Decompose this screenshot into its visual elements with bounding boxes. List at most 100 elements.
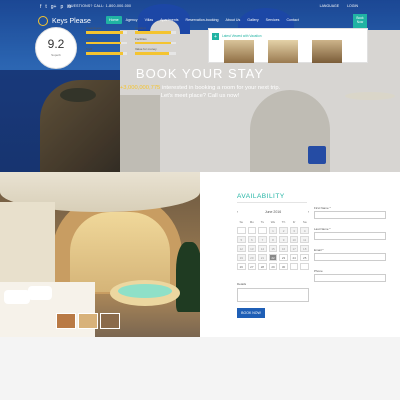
calendar-day[interactable]: 6 — [247, 236, 257, 243]
nav-item-agency[interactable]: Agency — [123, 16, 141, 24]
hero-line1: interested in booking a room for your ne… — [160, 85, 281, 91]
recent-thumbnail[interactable] — [312, 40, 342, 63]
details-textarea[interactable] — [237, 288, 309, 302]
nav-item-services[interactable]: Services — [263, 16, 283, 24]
facebook-icon[interactable]: f — [40, 4, 41, 10]
recent-thumbnail[interactable] — [224, 40, 254, 63]
photo-thumbnails — [56, 313, 120, 329]
rating-fill — [86, 52, 123, 55]
interest-count: +3,000,000,775 — [119, 85, 161, 91]
last-name-label: Last Name * — [314, 227, 331, 231]
plus-icon[interactable]: + — [212, 33, 219, 40]
rating-item: Staff — [86, 47, 127, 55]
calendar-day[interactable]: 22 — [268, 254, 278, 261]
rating-fill — [86, 41, 121, 44]
pinterest-icon[interactable]: p — [60, 4, 63, 10]
calendar-day[interactable]: 1 — [268, 227, 278, 234]
contact-info: QUESTIONS? CALL: 1-800-000-000 — [68, 4, 132, 8]
rating-fill — [135, 31, 172, 34]
top-bar: f t g+ p in QUESTIONS? CALL: 1-800-000-0… — [0, 0, 400, 10]
calendar-day[interactable]: 2 — [279, 227, 288, 234]
rating-fill — [135, 52, 169, 55]
rating-label: Value for money — [135, 47, 157, 51]
login-link[interactable]: LOGIN — [347, 4, 358, 8]
calendar-day[interactable]: 8 — [268, 236, 278, 243]
calendar-dow: Su — [239, 219, 244, 224]
calendar-day[interactable]: 24 — [289, 254, 299, 261]
calendar-day[interactable]: 11 — [300, 236, 309, 243]
book-now-button[interactable]: BOOK NOW — [237, 308, 265, 318]
calendar-day[interactable]: 20 — [247, 254, 257, 261]
rating-item: Location — [86, 37, 127, 44]
calendar-day[interactable]: 4 — [300, 227, 309, 234]
calendar-month: June 2016 — [264, 210, 282, 214]
calendar-dow: Mo — [249, 219, 254, 224]
rating-label: Facilities — [135, 36, 147, 41]
recent-thumbnail[interactable] — [268, 40, 298, 63]
nav-item-gallery[interactable]: Gallery — [244, 16, 261, 24]
prev-month-icon[interactable]: ‹ — [237, 210, 238, 214]
calendar-day[interactable]: 19 — [237, 254, 246, 261]
calendar-day[interactable]: 17 — [289, 245, 299, 252]
book-button[interactable]: Book Now — [353, 14, 367, 28]
main-nav: Home Agency Villas Apartments Reservatio… — [106, 16, 302, 24]
calendar-dow: Th — [281, 219, 286, 224]
phone-field[interactable] — [314, 274, 386, 282]
rating-item: Cleanliness — [86, 26, 127, 34]
calendar-day[interactable]: 9 — [279, 236, 288, 243]
thumbnail[interactable] — [56, 313, 76, 329]
thumbnail[interactable] — [100, 313, 120, 329]
next-month-icon[interactable]: › — [308, 210, 309, 214]
score-label: Superb — [51, 53, 61, 57]
email-field[interactable] — [314, 253, 386, 261]
calendar-day[interactable]: 5 — [237, 236, 246, 243]
calendar-day[interactable]: 14 — [258, 245, 267, 252]
calendar-day[interactable]: 10 — [289, 236, 299, 243]
last-name-field[interactable] — [314, 232, 386, 240]
calendar-day[interactable]: 18 — [300, 245, 309, 252]
room-left-wall — [0, 202, 55, 292]
first-name-field[interactable] — [314, 211, 386, 219]
calendar-day[interactable]: 21 — [258, 254, 267, 261]
calendar-day[interactable]: 30 — [279, 263, 288, 270]
rating-label: Staff — [86, 47, 93, 51]
hot-tub-water — [118, 284, 172, 298]
rating-bar — [135, 41, 176, 44]
availability-panel: AVAILABILITY ‹ June 2016 › Su Mo Tu We Th Fr S… — [200, 172, 400, 337]
calendar-day[interactable]: 12 — [237, 245, 246, 252]
rating-bar — [86, 31, 127, 34]
calendar-empty-cell — [237, 227, 246, 234]
heart-icon — [35, 13, 51, 29]
calendar-empty-cell — [258, 227, 267, 234]
nav-item-villas[interactable]: Villas — [142, 16, 157, 24]
calendar-day[interactable]: 27 — [247, 263, 257, 270]
nav-item-contact[interactable]: Contact — [283, 16, 301, 24]
logo[interactable]: Keys Please — [35, 13, 91, 29]
title-divider — [237, 202, 307, 203]
calendar-day[interactable]: 7 — [258, 236, 267, 243]
thumbnail[interactable] — [78, 313, 98, 329]
nav-item-reservation[interactable]: Reservation-booking — [183, 16, 222, 24]
calendar-day[interactable]: 3 — [289, 227, 299, 234]
calendar: ‹ June 2016 › Su Mo Tu We Th Fr Sa 1 2 3 4 5 6 7 8 9 10 1… — [237, 208, 309, 270]
calendar-day[interactable]: 13 — [247, 245, 257, 252]
nav-item-home[interactable]: Home — [106, 16, 122, 24]
language-link[interactable]: LANGUAGE — [320, 4, 339, 8]
calendar-day[interactable]: 15 — [268, 245, 278, 252]
calendar-empty-cell — [300, 263, 309, 270]
calendar-dow: Fr — [292, 219, 296, 224]
nav-item-about[interactable]: About Us — [222, 16, 243, 24]
calendar-day[interactable]: 28 — [258, 263, 267, 270]
calendar-day[interactable]: 29 — [268, 263, 278, 270]
nav-item-apartments[interactable]: Apartments — [157, 16, 181, 24]
calendar-day[interactable]: 26 — [237, 263, 246, 270]
calendar-dow: Tu — [260, 219, 265, 224]
rating-bar — [135, 52, 176, 55]
calendar-day[interactable]: 16 — [279, 245, 288, 252]
google-plus-icon[interactable]: g+ — [51, 4, 57, 10]
details-label: Details — [237, 282, 247, 286]
twitter-icon[interactable]: t — [45, 4, 46, 10]
calendar-day[interactable]: 25 — [300, 254, 309, 261]
review-score: 9.2 — [47, 37, 65, 51]
calendar-day[interactable]: 23 — [279, 254, 288, 261]
